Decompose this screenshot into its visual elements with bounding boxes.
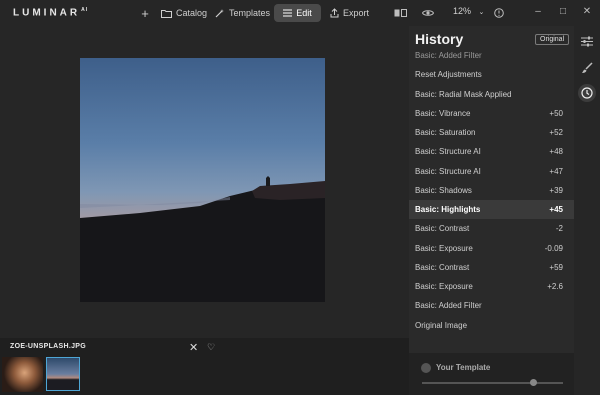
history-item-value: +59 — [549, 262, 563, 272]
template-bar — [409, 353, 574, 395]
history-item[interactable]: Basic: Added Filter — [409, 296, 574, 315]
history-item-value: +2.6 — [547, 282, 563, 291]
history-item[interactable]: Basic: Contrast -2 — [409, 219, 574, 238]
zoom-dropdown[interactable]: 12% ⌄ — [453, 6, 484, 16]
history-item-label: Basic: Vibrance — [415, 108, 471, 118]
app-logo: LUMINARAI — [13, 7, 88, 18]
logo-suffix: AI — [81, 7, 89, 13]
history-item-label: Basic: Contrast — [415, 224, 470, 234]
brush-icon[interactable] — [578, 59, 596, 77]
template-slider[interactable] — [422, 382, 563, 384]
history-item-label: Original Image — [415, 320, 468, 330]
landscape-silhouette — [80, 176, 325, 302]
history-item-label: Basic: Exposure — [415, 282, 473, 291]
catalog-button[interactable]: Catalog — [161, 5, 207, 21]
history-item-value: +39 — [549, 185, 563, 195]
catalog-label: Catalog — [176, 8, 208, 18]
history-item[interactable]: Reset Adjustments — [409, 65, 574, 84]
history-item-value: +50 — [549, 108, 563, 118]
export-icon — [330, 8, 339, 18]
panel-title: History — [415, 31, 464, 47]
chevron-down-icon: ⌄ — [478, 9, 485, 16]
compare-icon[interactable] — [393, 6, 407, 20]
history-item-label: Basic: Radial Mask Applied — [415, 89, 512, 99]
history-item-value: -0.09 — [544, 243, 563, 253]
history-item[interactable]: Basic: Highlights +45 — [409, 200, 574, 219]
history-item-label: Basic: Shadows — [415, 185, 472, 195]
template-label: Your Template — [436, 363, 491, 372]
history-item[interactable]: Basic: Structure AI +47 — [409, 162, 574, 181]
maximize-icon[interactable]: □ — [557, 6, 569, 17]
history-item[interactable]: Basic: Shadows +39 — [409, 181, 574, 200]
wand-icon — [215, 9, 224, 18]
history-item[interactable]: Basic: Radial Mask Applied — [409, 85, 574, 104]
history-item[interactable]: Original Image — [409, 316, 574, 335]
logo-text: LUMINAR — [13, 7, 81, 19]
history-item-label: Basic: Exposure — [415, 243, 473, 253]
templates-button[interactable]: Templates — [215, 5, 270, 21]
help-icon[interactable] — [492, 6, 506, 20]
eye-icon[interactable] — [421, 6, 435, 20]
thumbnail-portrait[interactable] — [2, 357, 43, 392]
adjustments-icon[interactable] — [578, 32, 596, 50]
history-item-value: +45 — [549, 205, 563, 214]
templates-label: Templates — [229, 8, 271, 18]
history-item-value: +47 — [549, 166, 563, 176]
history-item[interactable]: Basic: Contrast +59 — [409, 258, 574, 277]
sliders-icon — [283, 9, 293, 17]
history-item-value: -2 — [555, 224, 563, 234]
history-clock-icon[interactable] — [578, 84, 596, 102]
history-item-value: +52 — [549, 128, 563, 137]
history-item[interactable]: Basic: Structure AI +48 — [409, 142, 574, 161]
history-item-label: Basic: Structure AI — [415, 147, 481, 157]
close-icon[interactable]: ✕ — [581, 6, 593, 17]
export-label: Export — [343, 8, 370, 18]
slider-handle[interactable] — [530, 379, 537, 386]
history-item[interactable]: Basic: Saturation +52 — [409, 123, 574, 142]
folder-icon — [161, 9, 172, 18]
edit-button[interactable]: Edit — [274, 4, 321, 22]
history-item-value: +48 — [549, 147, 563, 157]
tool-rail — [574, 26, 600, 395]
history-item-label: Basic: Highlights — [415, 205, 481, 214]
history-item[interactable]: Basic: Added Filter — [409, 46, 574, 65]
zoom-value: 12% — [453, 6, 472, 16]
original-button[interactable]: Original — [535, 34, 570, 45]
thumbnail-landscape[interactable] — [46, 357, 80, 391]
history-item[interactable]: Basic: Exposure +2.6 — [409, 277, 574, 296]
template-toggle-icon[interactable] — [421, 363, 431, 373]
history-item-label: Basic: Structure AI — [415, 166, 481, 176]
heart-icon[interactable]: ♡ — [207, 342, 215, 353]
photo-preview[interactable] — [80, 58, 325, 302]
minimize-icon[interactable]: – — [532, 6, 544, 17]
filename-label: ZOE-UNSPLASH.JPG — [10, 343, 86, 350]
history-item[interactable]: Basic: Vibrance +50 — [409, 104, 574, 123]
history-item-label: Basic: Added Filter — [415, 51, 482, 60]
reject-icon[interactable]: ✕ — [189, 341, 198, 354]
history-item-label: Basic: Saturation — [415, 128, 476, 137]
history-item-label: Basic: Contrast — [415, 262, 470, 272]
history-item-label: Basic: Added Filter — [415, 301, 482, 311]
edit-label: Edit — [296, 8, 312, 18]
history-item-label: Reset Adjustments — [415, 70, 482, 80]
history-item[interactable]: Basic: Exposure -0.09 — [409, 239, 574, 258]
add-icon[interactable]: + — [138, 6, 152, 21]
export-button[interactable]: Export — [330, 5, 369, 21]
